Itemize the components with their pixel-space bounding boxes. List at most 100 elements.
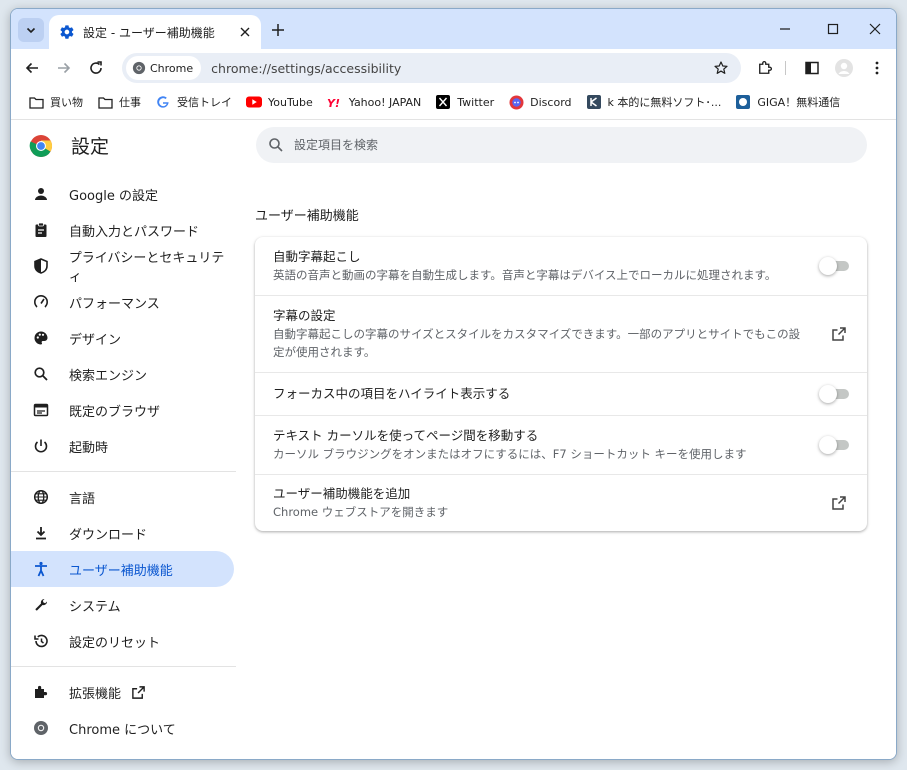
giga-icon [735,94,751,110]
bookmarks-bar: 買い物 仕事 受信トレイ YouTube Y! Yahoo! JAPAN Twi… [11,87,896,117]
settings-page: 設定 Google の設定 自動入力とパスワード プライバシーとセキュリティ パ… [11,120,896,759]
bookmark-item[interactable]: 買い物 [21,90,90,114]
back-button[interactable] [18,54,46,82]
sidebar-item-label: パフォーマンス [69,296,160,312]
live-caption-toggle[interactable] [819,257,849,275]
tab-strip: 設定 - ユーザー補助機能 [11,9,896,49]
bookmark-item[interactable]: Discord [501,90,578,114]
close-window-button[interactable] [855,15,895,43]
sidebar-item-reset[interactable]: 設定のリセット [11,623,234,659]
bookmark-label: Discord [530,95,572,109]
sidebar-item-privacy[interactable]: プライバシーとセキュリティ [11,248,234,285]
bookmark-item[interactable]: Y! Yahoo! JAPAN [320,90,429,114]
sidebar-item-performance[interactable]: パフォーマンス [11,284,234,320]
page-title: 設定 [71,136,110,158]
bookmark-label: YouTube [268,95,313,109]
setting-row-caption-preferences[interactable]: 字幕の設定 自動字幕起こしの字幕のサイズとスタイルをカスタマイズできます。一部の… [255,295,867,372]
new-tab-button[interactable] [267,19,289,41]
address-bar[interactable]: Chrome chrome://settings/accessibility [122,53,741,83]
site-icon [586,94,602,110]
toolbar: Chrome chrome://settings/accessibility [11,49,896,87]
chrome-icon [31,718,51,738]
site-chip-label: Chrome [150,61,194,75]
bookmark-item[interactable]: 仕事 [90,90,148,114]
row-title: テキスト カーソルを使ってページ間を移動する [273,428,539,443]
row-title: ユーザー補助機能を追加 [273,486,411,501]
row-title: 自動字幕起こし [273,249,361,264]
sidebar-item-label: 設定のリセット [69,635,161,651]
browser-window: 設定 - ユーザー補助機能 Chrome chrome://settings/a… [10,8,897,760]
row-title: 字幕の設定 [273,308,336,323]
download-icon [31,523,51,543]
menu-button[interactable] [863,54,891,82]
site-chip[interactable]: Chrome [126,56,202,80]
caret-browsing-toggle[interactable] [819,436,849,454]
reload-button[interactable] [82,54,110,82]
setting-row-live-caption[interactable]: 自動字幕起こし 英語の音声と動画の字幕を自動生成します。音声と字幕はデバイス上で… [255,237,867,295]
folder-icon [97,94,113,110]
google-icon [155,94,171,110]
maximize-button[interactable] [813,15,853,43]
sidebar-item-extensions[interactable]: 拡張機能 [11,674,234,710]
section-title: ユーザー補助機能 [255,209,359,224]
plus-icon [272,24,284,36]
close-tab-button[interactable] [237,24,253,40]
sidebar-item-on-startup[interactable]: 起動時 [11,428,234,464]
setting-row-caret-browsing[interactable]: テキスト カーソルを使ってページ間を移動する カーソル ブラウジングをオンまたは… [255,415,867,474]
sidebar-item-label: 言語 [69,491,96,507]
x-icon [435,94,451,110]
tab-title: 設定 - ユーザー補助機能 [83,25,215,40]
side-panel-button[interactable] [798,54,826,82]
bookmark-item[interactable]: GIGA！無料通信 [728,90,847,114]
open-external-icon[interactable] [829,493,849,513]
row-text: 自動字幕起こし 英語の音声と動画の字幕を自動生成します。音声と字幕はデバイス上で… [273,248,803,284]
sidebar-item-label: ダウンロード [69,527,148,543]
tab-settings[interactable]: 設定 - ユーザー補助機能 [49,15,261,49]
sidebar-item-label: 検索エンジン [69,368,148,384]
sidebar-item-label: 既定のブラウザ [69,404,161,420]
bookmark-star-button[interactable] [709,56,733,80]
open-external-icon[interactable] [829,324,849,344]
search-input[interactable] [294,138,854,152]
search-icon [31,364,51,384]
sidebar-divider [11,666,236,667]
bookmark-item[interactable]: YouTube [239,90,320,114]
bookmark-item[interactable]: k 本的に無料ソフト･... [579,90,729,114]
power-icon [31,436,51,456]
sidebar-item-downloads[interactable]: ダウンロード [11,515,234,551]
wrench-icon [31,595,51,615]
sidebar-item-label: Google の設定 [69,188,158,204]
sidebar-item-accessibility[interactable]: ユーザー補助機能 [11,551,234,587]
minimize-icon [780,28,790,30]
sidebar-item-search-engine[interactable]: 検索エンジン [11,356,234,392]
sidebar-item-autofill[interactable]: 自動入力とパスワード [11,212,234,248]
row-subtitle: カーソル ブラウジングをオンまたはオフにするには、F7 ショートカット キーを使… [273,447,747,461]
puzzle-icon [31,682,51,702]
side-panel-icon [805,61,819,75]
svg-text:Y!: Y! [327,97,340,108]
more-vertical-icon [875,61,879,75]
maximize-icon [827,23,839,35]
minimize-button[interactable] [765,15,805,43]
bookmark-item[interactable]: Twitter [428,90,501,114]
sidebar-item-about[interactable]: Chrome について [11,710,234,746]
sidebar-item-appearance[interactable]: デザイン [11,320,234,356]
forward-button[interactable] [50,54,78,82]
browser-icon [31,400,51,420]
sidebar-item-system[interactable]: システム [11,587,234,623]
bookmark-label: k 本的に無料ソフト･... [607,96,722,109]
search-icon [269,138,283,152]
profile-button[interactable] [830,54,858,82]
sidebar-item-google[interactable]: Google の設定 [11,176,234,212]
extensions-button[interactable] [751,54,779,82]
bookmark-label: 仕事 [119,96,141,109]
focus-highlight-toggle[interactable] [819,385,849,403]
bookmark-item[interactable]: 受信トレイ [148,90,239,114]
setting-row-add-accessibility-features[interactable]: ユーザー補助機能を追加 Chrome ウェブストアを開きます [255,474,867,531]
sidebar-item-languages[interactable]: 言語 [11,479,234,515]
sidebar: Google の設定 自動入力とパスワード プライバシーとセキュリティ パフォー… [11,176,246,746]
settings-search[interactable] [256,127,867,163]
setting-row-focus-highlight[interactable]: フォーカス中の項目をハイライト表示する [255,372,867,415]
tab-search-button[interactable] [18,18,44,42]
sidebar-item-default-browser[interactable]: 既定のブラウザ [11,392,234,428]
